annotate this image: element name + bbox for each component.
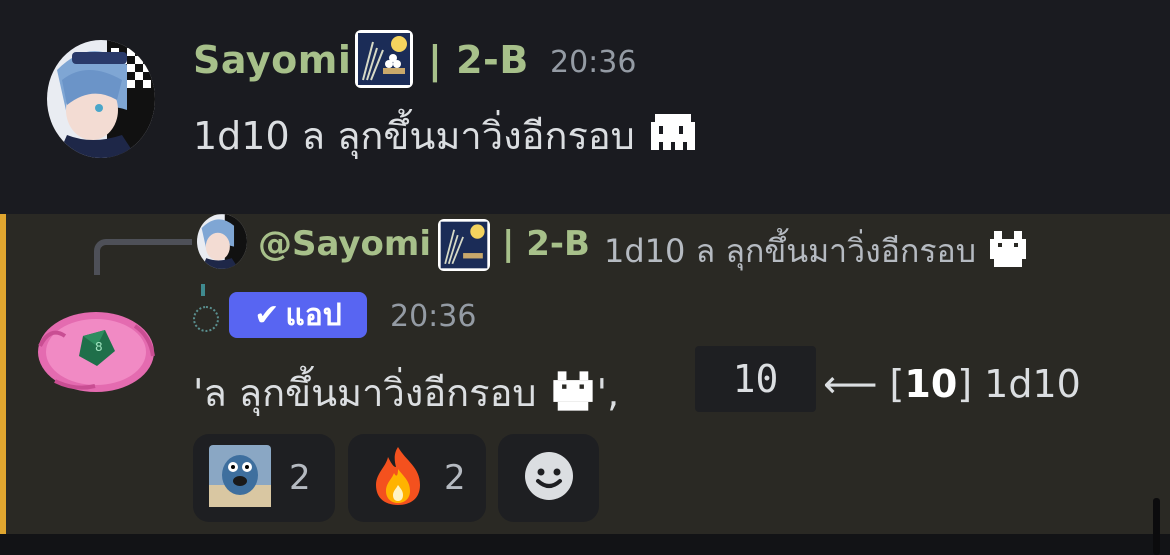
app-badge: ✔ แอป <box>229 292 367 338</box>
reaction-fish-meme[interactable]: 2 <box>193 434 335 522</box>
message-text: 1d10 ล ลุกขึ้นมาวิ่งอีกรอบ <box>193 105 699 166</box>
role-tag: | 2-B <box>428 38 529 82</box>
reply-preview-text[interactable]: 1d10 ล ลุกขึ้นมาวิ่งอีกรอบ <box>604 226 1030 277</box>
pixel-ghost-emoji-icon <box>647 114 699 163</box>
fire-emoji-icon <box>370 445 426 511</box>
message-2: @Sayomi | 2-B 1d10 ล ลุกขึ้นมาวิ่งอีกรอบ <box>0 214 1170 534</box>
bot-avatar[interactable]: 8 <box>35 306 157 398</box>
loading-tick <box>201 284 205 296</box>
pixel-rabbit-emoji-icon <box>986 231 1030 275</box>
timestamp: 20:36 <box>550 45 637 80</box>
svg-text:8: 8 <box>95 340 103 354</box>
dice-breakdown: ⟵ [10] 1d10 <box>823 362 1081 406</box>
scrollbar[interactable] <box>1153 498 1160 555</box>
loading-spinner-icon <box>193 306 219 332</box>
pixel-rabbit-emoji-icon <box>549 371 597 420</box>
reply-role-tag: | 2-B <box>502 224 590 264</box>
username[interactable]: Sayomi <box>193 38 351 82</box>
user-avatar[interactable] <box>47 40 155 158</box>
inline-code-result: 10 <box>695 346 816 412</box>
reply-role-icon-image <box>438 219 490 271</box>
reply-avatar[interactable] <box>197 214 247 269</box>
checkmark-icon: ✔ <box>254 297 280 333</box>
highlight-bar <box>0 214 6 534</box>
fish-meme-emoji-icon <box>209 445 271 511</box>
reply-mention[interactable]: @Sayomi <box>258 224 431 264</box>
message-text: 'ล ลุกขึ้นมาวิ่งอีกรอบ ', <box>193 362 619 423</box>
role-icon-image <box>355 30 413 88</box>
reaction-count: 2 <box>444 458 466 498</box>
reply-connector <box>94 239 192 275</box>
message-1: Sayomi | 2-B 20:36 1d10 ล ลุกขึ้นมาวิ่งอ… <box>0 0 1170 214</box>
reaction-fire[interactable]: 2 <box>348 434 486 522</box>
smiley-face-icon <box>523 450 575 506</box>
bottom-edge <box>0 534 1170 555</box>
timestamp: 20:36 <box>390 299 477 334</box>
reaction-count: 2 <box>289 458 311 498</box>
add-reaction-button[interactable] <box>498 434 599 522</box>
